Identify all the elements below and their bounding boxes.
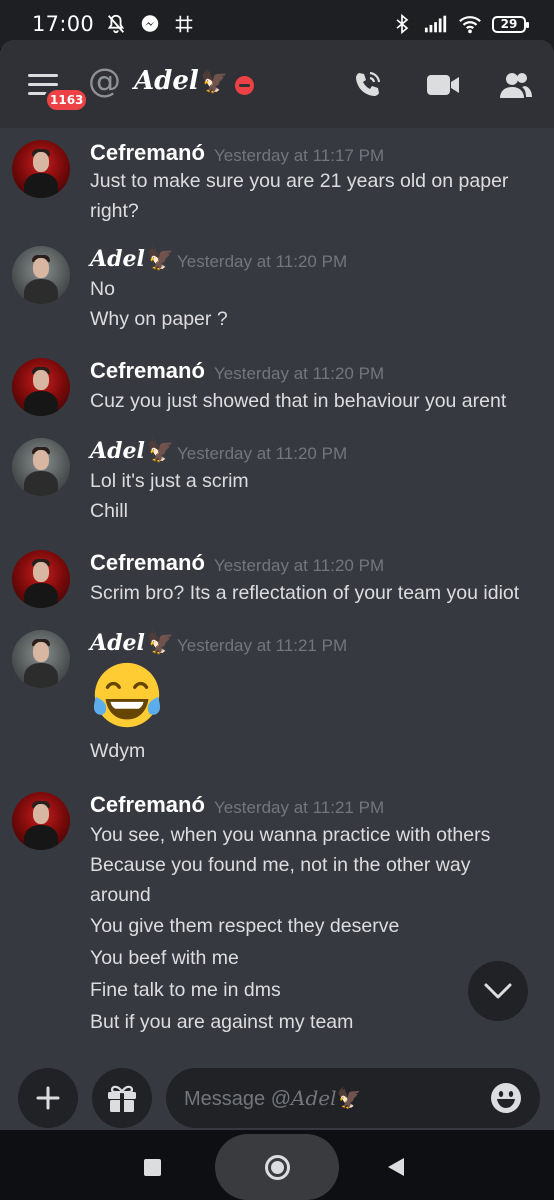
- placeholder-name: Adel: [291, 1085, 337, 1110]
- message-line: No: [90, 278, 115, 300]
- message-timestamp: Yesterday at 11:20 PM: [214, 556, 385, 575]
- message-author[interactable]: Cefremanó: [90, 140, 205, 166]
- status-right: 29: [390, 12, 529, 36]
- message-author[interactable]: Cefremanó: [90, 358, 205, 384]
- message-line: Why on paper ?: [90, 308, 228, 330]
- system-nav-bar: [0, 1130, 554, 1200]
- members-icon[interactable]: [499, 68, 533, 102]
- message-line: You give them respect they deserve: [90, 915, 400, 937]
- emoji-icon[interactable]: [490, 1082, 522, 1114]
- message-line: around: [90, 884, 151, 906]
- message-timestamp: Yesterday at 11:21 PM: [177, 636, 348, 655]
- battery-icon: 29: [492, 15, 529, 33]
- message-line: Just to make sure you are 21 years old o…: [90, 170, 509, 192]
- avatar[interactable]: [12, 358, 70, 416]
- back-icon[interactable]: [388, 1158, 404, 1176]
- status-time: 17:00: [32, 12, 95, 36]
- message-line: Cuz you just showed that in behaviour yo…: [90, 390, 507, 412]
- message-author[interactable]: Cefremanó: [90, 792, 205, 818]
- eagle-emoji: 🦅: [146, 246, 175, 272]
- message-author[interactable]: Adel🦅: [90, 438, 174, 464]
- grid-icon: [172, 12, 196, 36]
- author-name: Adel: [90, 246, 145, 272]
- channel-header: 1163 @ Adel🦅: [0, 40, 554, 128]
- eagle-emoji: 🦅: [146, 438, 175, 464]
- message-line: Lol it's just a scrim: [90, 470, 249, 492]
- muted-bell-icon: [104, 12, 128, 36]
- gift-button[interactable]: [92, 1068, 152, 1128]
- avatar[interactable]: [12, 438, 70, 496]
- message-input[interactable]: Message @Adel🦅: [166, 1068, 540, 1128]
- message-author[interactable]: Cefremanó: [90, 550, 205, 576]
- avatar[interactable]: [12, 792, 70, 850]
- message-composer: Message @Adel🦅: [0, 1048, 554, 1130]
- at-icon: @: [88, 61, 121, 100]
- jump-to-bottom-button[interactable]: [468, 961, 528, 1021]
- placeholder-emoji: 🦅: [336, 1087, 362, 1110]
- video-icon[interactable]: [426, 68, 460, 102]
- message-author[interactable]: Adel🦅: [90, 246, 174, 272]
- message-line: You beef with me: [90, 947, 239, 969]
- home-button[interactable]: [215, 1134, 339, 1200]
- message-placeholder: Message @Adel🦅: [184, 1086, 361, 1111]
- message-list[interactable]: Cefremanó Yesterday at 11:17 PM Just to …: [0, 128, 554, 1048]
- messenger-icon: [138, 12, 162, 36]
- add-attachment-button[interactable]: [18, 1068, 78, 1128]
- call-icon[interactable]: [350, 68, 384, 102]
- signal-icon: [424, 12, 448, 36]
- avatar[interactable]: [12, 630, 70, 688]
- message-line: You see, when you wanna practice with ot…: [90, 824, 491, 846]
- wifi-icon: [458, 12, 482, 36]
- message-timestamp: Yesterday at 11:20 PM: [214, 364, 385, 383]
- recents-icon[interactable]: [144, 1159, 161, 1176]
- bluetooth-icon: [390, 12, 414, 36]
- eagle-emoji: 🦅: [200, 69, 229, 95]
- message-author[interactable]: Adel🦅: [90, 630, 174, 656]
- message-line: But if you are against my team: [90, 1011, 354, 1033]
- message-line: Because you found me, not in the other w…: [90, 854, 471, 876]
- eagle-emoji: 🦅: [146, 630, 175, 656]
- avatar[interactable]: [12, 140, 70, 198]
- status-left: 17:00: [32, 12, 196, 36]
- message-timestamp: Yesterday at 11:20 PM: [177, 252, 348, 271]
- message-line: Fine talk to me in dms: [90, 979, 281, 1001]
- chevron-down-icon: [484, 983, 512, 999]
- message-timestamp: Yesterday at 11:21 PM: [214, 798, 385, 817]
- tears-of-joy-emoji-icon[interactable]: [88, 658, 166, 736]
- placeholder-prefix: Message @: [184, 1087, 292, 1110]
- gift-icon: [108, 1085, 136, 1112]
- home-icon: [264, 1154, 290, 1180]
- message-line: Scrim bro? Its a reflectation of your te…: [90, 582, 520, 604]
- message-line: right?: [90, 200, 139, 222]
- dm-title-name: Adel: [134, 66, 199, 96]
- message-line: Wdym: [90, 740, 146, 762]
- dm-title[interactable]: Adel🦅: [134, 66, 228, 96]
- author-name: Adel: [90, 630, 145, 656]
- author-name: Adel: [90, 438, 145, 464]
- message-timestamp: Yesterday at 11:17 PM: [214, 146, 385, 165]
- message-line: Chill: [90, 500, 128, 522]
- dnd-status-icon: [235, 76, 254, 95]
- plus-icon: [36, 1086, 60, 1110]
- app-container: 1163 @ Adel🦅 Cefremanó Yesterday at 11:1…: [0, 40, 554, 1130]
- unread-badge: 1163: [44, 87, 90, 113]
- avatar[interactable]: [12, 550, 70, 608]
- message-timestamp: Yesterday at 11:20 PM: [177, 444, 348, 463]
- avatar[interactable]: [12, 246, 70, 304]
